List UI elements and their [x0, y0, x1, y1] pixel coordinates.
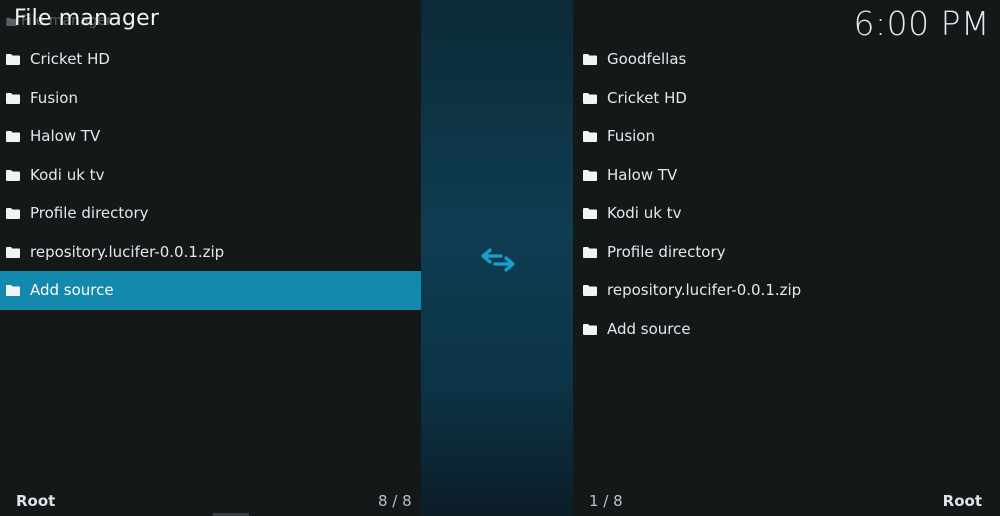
list-item-label: Cricket HD	[607, 88, 687, 107]
folder-icon	[583, 246, 597, 258]
list-item-label: Kodi uk tv	[607, 204, 682, 223]
list-item[interactable]: repository.lucifer-0.0.1.zip	[573, 271, 1000, 310]
folder-icon	[583, 323, 597, 335]
left-footer-path: Root	[16, 492, 56, 510]
list-item[interactable]: Add source	[573, 310, 1000, 349]
list-item-label: Goodfellas	[607, 50, 687, 69]
folder-icon	[583, 54, 597, 66]
folder-icon	[6, 131, 20, 143]
folder-icon	[6, 285, 20, 297]
list-item-label: Fusion	[30, 88, 78, 107]
folder-icon	[6, 208, 20, 220]
list-item[interactable]: repository.lucifer-0.0.1.zip	[0, 233, 421, 272]
list-item-label: repository.lucifer-0.0.1.zip	[30, 242, 225, 261]
list-item-label: Add source	[607, 319, 691, 338]
list-item[interactable]: Profile directory	[0, 194, 421, 233]
folder-icon	[583, 285, 597, 297]
title-bar: File manager File manager	[0, 0, 421, 44]
folder-icon	[6, 169, 20, 181]
folder-icon	[583, 169, 597, 181]
list-item[interactable]: Cricket HD	[573, 79, 1000, 118]
list-item-label: Profile directory	[30, 204, 149, 223]
list-item[interactable]: Goodfellas	[573, 40, 1000, 79]
right-footer-path: Root	[942, 492, 982, 510]
page-title: File manager	[14, 6, 160, 31]
folder-icon	[6, 92, 20, 104]
folder-icon	[583, 131, 597, 143]
list-item[interactable]: Kodi uk tv	[0, 156, 421, 195]
swap-arrows-icon	[481, 248, 515, 272]
list-item[interactable]: Fusion	[573, 117, 1000, 156]
list-item[interactable]: Add source	[0, 271, 421, 310]
list-item-label: Fusion	[607, 127, 655, 146]
list-item[interactable]: Kodi uk tv	[573, 194, 1000, 233]
list-item[interactable]: Halow TV	[0, 117, 421, 156]
list-item-label: Halow TV	[607, 165, 678, 184]
list-item[interactable]: Profile directory	[573, 233, 1000, 272]
right-footer-count: 1 / 8	[589, 492, 623, 510]
folder-icon	[583, 208, 597, 220]
swap-panes-button[interactable]	[479, 245, 517, 275]
right-file-list: Goodfellas Cricket HD Fusion Halow TV Kodi u…	[573, 40, 1000, 348]
list-item[interactable]: Fusion	[0, 79, 421, 118]
clock: 6:00 PM	[853, 4, 990, 43]
list-item[interactable]: Cricket HD	[0, 40, 421, 79]
folder-icon	[6, 246, 20, 258]
list-item-label: repository.lucifer-0.0.1.zip	[607, 281, 802, 300]
left-file-list: Cricket HD Fusion Halow TV Kodi uk tv Profil…	[0, 40, 421, 310]
folder-icon	[583, 92, 597, 104]
list-item[interactable]: Halow TV	[573, 156, 1000, 195]
list-item-label: Halow TV	[30, 127, 101, 146]
list-item-label: Profile directory	[607, 242, 726, 261]
list-item-label: Cricket HD	[30, 50, 110, 69]
list-item-label: Kodi uk tv	[30, 165, 105, 184]
left-footer-count: 8 / 8	[378, 492, 412, 510]
list-item-label: Add source	[30, 281, 114, 300]
folder-icon	[6, 54, 20, 66]
